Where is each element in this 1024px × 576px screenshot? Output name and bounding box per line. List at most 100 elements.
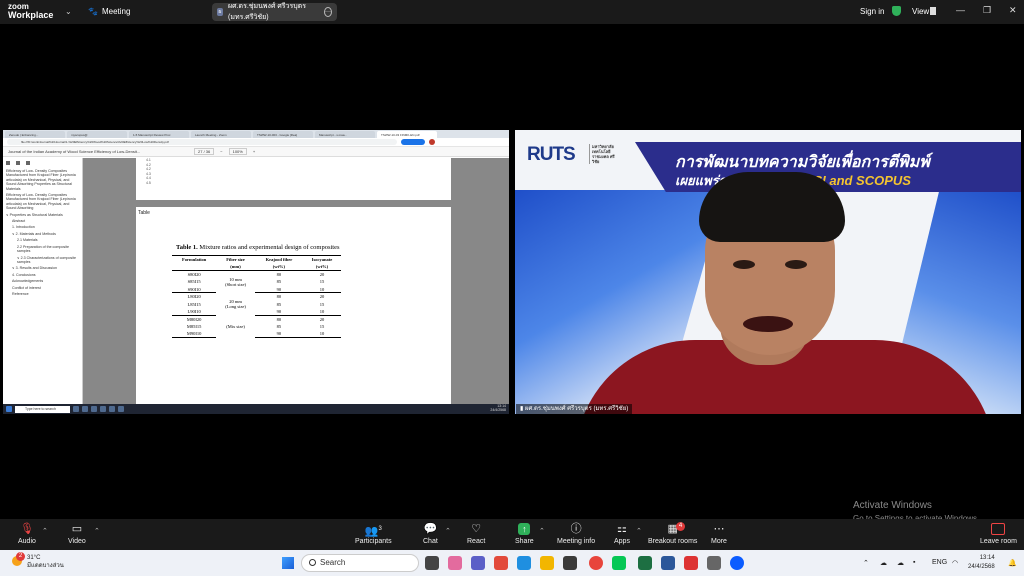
- table-cell: 15: [319, 279, 325, 285]
- app-tray-icon[interactable]: ▪: [913, 559, 915, 566]
- store-icon[interactable]: [563, 556, 577, 570]
- chevron-up-icon[interactable]: ⌃: [445, 527, 451, 535]
- edge-icon[interactable]: [517, 556, 531, 570]
- excel-icon[interactable]: [638, 556, 652, 570]
- meeting-tab[interactable]: 🐾 Meeting: [88, 7, 130, 16]
- browser-tab[interactable]: myscopus@: [67, 131, 127, 138]
- restore-icon[interactable]: ❐: [983, 5, 991, 16]
- sign-in-link[interactable]: Sign in: [860, 7, 884, 16]
- zoom-in-icon[interactable]: +: [253, 149, 255, 154]
- view-button[interactable]: View: [912, 7, 929, 16]
- share-button[interactable]: ↑ Share: [515, 523, 534, 545]
- chevron-up-icon[interactable]: ⌃: [539, 527, 545, 535]
- weather-widget[interactable]: 2 31°C มีแดดบางส่วน: [12, 552, 64, 570]
- zoom-out-icon[interactable]: −: [220, 149, 222, 154]
- browser-tab[interactable]: TSWW-10-003 - Google [Rea]: [253, 131, 313, 138]
- more-button[interactable]: ⋯ More: [711, 523, 727, 545]
- windows-start-icon[interactable]: [6, 406, 12, 412]
- meeting-info-button[interactable]: ⓘ Meeting info: [557, 523, 595, 545]
- avatar[interactable]: [429, 139, 435, 145]
- bluetooth-icon[interactable]: ☁: [880, 559, 887, 567]
- system-clock[interactable]: 13:14 24/4/2568: [968, 554, 995, 572]
- chat-button[interactable]: 💬 Chat: [423, 523, 438, 545]
- video-button[interactable]: ▭ Video: [68, 523, 86, 545]
- taskbar-app-icon[interactable]: [100, 406, 106, 412]
- page-number-field[interactable]: 27 / 36: [194, 148, 215, 155]
- view-grid-icon[interactable]: [930, 7, 936, 15]
- close-icon[interactable]: ✕: [1009, 5, 1017, 16]
- taskbar-app-icon[interactable]: [73, 406, 79, 412]
- outline-item[interactable]: Acknowledgements: [6, 279, 79, 283]
- active-speaker-pill[interactable]: ผ ผศ.ดร.ชุ่มนพงศ์ ศรีวรบุตร (มทร.ศรีวิชั…: [212, 3, 337, 21]
- pdf-page: 4.1 4.2 4.2 4.3 4.4 4.5: [136, 158, 451, 200]
- zoom-icon[interactable]: [730, 556, 744, 570]
- outline-item[interactable]: Conflict of interest: [6, 286, 79, 290]
- browser-tab[interactable]: Launch Meeting - Zoom: [191, 131, 251, 138]
- outline-item[interactable]: 2.1 Materials: [6, 238, 79, 242]
- outline-item[interactable]: Abstract: [6, 219, 79, 223]
- chevron-up-icon[interactable]: ⌃: [636, 527, 642, 535]
- shield-icon[interactable]: [892, 6, 901, 16]
- taskbar-app-icon[interactable]: [118, 406, 124, 412]
- outline-item[interactable]: ∨ 2. Materials and Methods: [6, 232, 79, 236]
- page-total: 36: [205, 149, 211, 154]
- outline-item[interactable]: 1. Introduction: [6, 225, 79, 229]
- browser-tab[interactable]: Manuscript - s.maa...: [315, 131, 375, 138]
- taskbar-app-icon[interactable]: [109, 406, 115, 412]
- outline-item[interactable]: ∨ 3. Results and Discussion: [6, 266, 79, 270]
- zoom-workplace-logo[interactable]: zoom Workplace: [8, 3, 53, 20]
- participants-button[interactable]: 👥3 Participants: [355, 523, 392, 545]
- profile-button[interactable]: [401, 139, 425, 145]
- word-icon[interactable]: [661, 556, 675, 570]
- zoom-level[interactable]: 100%: [228, 148, 247, 155]
- browser-tab[interactable]: 1-5 Manuscript Review Proc: [129, 131, 189, 138]
- outline-item[interactable]: ∨ Properties as Structural Materials: [6, 213, 79, 217]
- file-explorer-icon[interactable]: [540, 556, 554, 570]
- taskbar-app-icon[interactable]: [91, 406, 97, 412]
- chevron-down-icon[interactable]: ⌄: [65, 7, 72, 16]
- table-cell: S90I10: [172, 285, 217, 294]
- browser-tab[interactable]: Zenodo | Enhancing...: [5, 131, 65, 138]
- copilot-icon[interactable]: [448, 556, 462, 570]
- browser-tab-active[interactable]: TSWW-10-03 FINMK-EN.pdf: [377, 131, 437, 138]
- notification-bell-icon[interactable]: 🔔: [1008, 559, 1017, 567]
- more-dots-icon: ⋯: [713, 523, 725, 535]
- audio-button[interactable]: 🎙 Audio: [18, 523, 36, 545]
- teams-icon[interactable]: [471, 556, 485, 570]
- app-icon[interactable]: [494, 556, 508, 570]
- taskbar-search-input[interactable]: Search: [301, 554, 419, 572]
- thumbnails-icon[interactable]: [16, 161, 20, 165]
- app-icon[interactable]: [707, 556, 721, 570]
- url-field[interactable]: file:///D:/work/Journal%20Journal/1-%20E…: [7, 139, 397, 145]
- page-lines: 4.1 4.2 4.2 4.3 4.4 4.5: [136, 158, 451, 185]
- outline-item[interactable]: ∨ 2.3 Characterizations of composite sam…: [6, 256, 79, 265]
- more-options-icon[interactable]: ···: [323, 7, 332, 17]
- outline-item[interactable]: 4. Conclusions: [6, 273, 79, 277]
- outline-icon[interactable]: [6, 161, 10, 165]
- react-button[interactable]: ♡ React: [467, 523, 485, 545]
- cloud-icon[interactable]: ☁: [897, 559, 904, 567]
- outline-item[interactable]: Efficiency of Low- Density Composites Ma…: [6, 193, 79, 211]
- outline-item[interactable]: 2.2 Preparation of the composite samples: [6, 245, 79, 254]
- wifi-icon[interactable]: ◠: [952, 559, 958, 567]
- tray-chevron-icon[interactable]: ⌃: [863, 559, 869, 567]
- chevron-up-icon[interactable]: ⌃: [94, 527, 100, 535]
- leave-room-button[interactable]: Leave room: [980, 523, 1017, 545]
- chrome-icon[interactable]: [589, 556, 603, 570]
- breakout-rooms-button[interactable]: ▦ Breakout rooms: [648, 523, 697, 545]
- shared-search-input[interactable]: Type here to search: [15, 405, 70, 413]
- outline-item[interactable]: Efficiency of Low- Density Composites Ma…: [6, 169, 79, 191]
- apps-button[interactable]: ⚏ Apps: [614, 523, 630, 545]
- bookmark-icon[interactable]: [26, 161, 30, 165]
- language-indicator[interactable]: ENG: [932, 559, 947, 566]
- outline-item[interactable]: Reference: [6, 292, 79, 296]
- windows-start-icon[interactable]: [282, 557, 294, 569]
- participant-video[interactable]: RUTS มหาวิทยาลัย เทคโนโลยีราชมงคล ศรีวิช…: [515, 130, 1021, 414]
- line-icon[interactable]: [612, 556, 626, 570]
- chevron-up-icon[interactable]: ⌃: [42, 527, 48, 535]
- task-view-icon[interactable]: [425, 556, 439, 570]
- taskbar-app-icon[interactable]: [82, 406, 88, 412]
- acrobat-icon[interactable]: [684, 556, 698, 570]
- participant-name: ผศ.ดร.ชุ่มนพงศ์ ศรีวรบุตร (มทร.ศรีวิชัย): [524, 406, 629, 412]
- minimize-icon[interactable]: —: [956, 5, 965, 15]
